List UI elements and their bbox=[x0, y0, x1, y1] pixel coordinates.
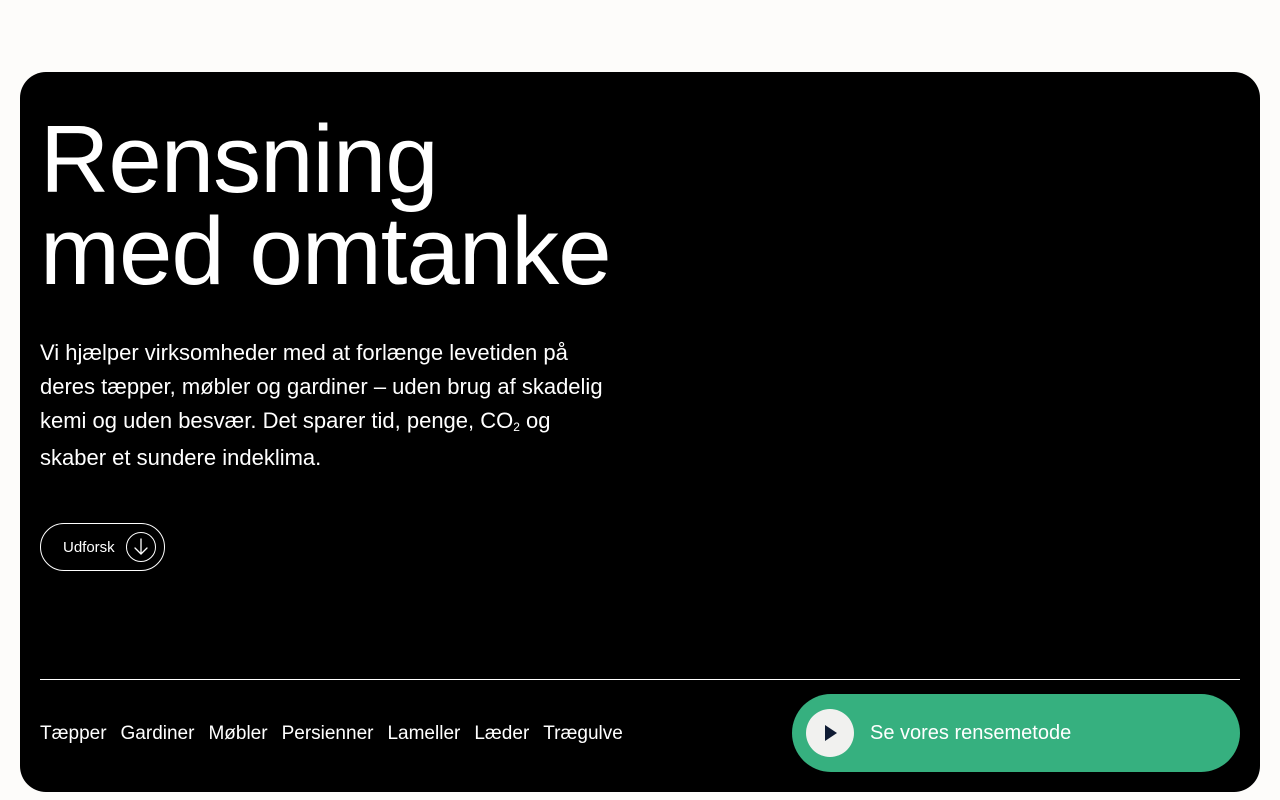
hero-headline: Rensning med omtanke bbox=[40, 106, 612, 305]
arrow-down-icon bbox=[126, 532, 156, 562]
explore-button[interactable]: Udforsk bbox=[40, 523, 165, 571]
cleaning-method-label: Se vores rensemetode bbox=[870, 721, 1072, 744]
category-link-persienner[interactable]: Persienner bbox=[282, 719, 374, 749]
category-link-moebler[interactable]: Møbler bbox=[208, 719, 267, 749]
headline-line-2: med omtanke bbox=[40, 198, 612, 305]
category-nav: Tæpper Gardiner Møbler Persienner Lamell… bbox=[40, 719, 623, 749]
explore-button-label: Udforsk bbox=[63, 538, 115, 556]
category-link-traegulve[interactable]: Trægulve bbox=[543, 719, 623, 749]
category-link-taepper[interactable]: Tæpper bbox=[40, 719, 107, 749]
hero-section: Rensning med omtanke Vi hjælper virksomh… bbox=[20, 72, 1260, 792]
play-icon bbox=[806, 709, 854, 757]
cleaning-method-video-button[interactable]: Se vores rensemetode bbox=[792, 694, 1240, 772]
category-link-gardiner[interactable]: Gardiner bbox=[121, 719, 195, 749]
section-divider bbox=[40, 679, 1240, 680]
headline-line-1: Rensning bbox=[40, 106, 439, 213]
lead-text-subscript: 2 bbox=[513, 420, 520, 434]
category-link-laeder[interactable]: Læder bbox=[474, 719, 529, 749]
hero-lead-text: Vi hjælper virksomheder med at forlænge … bbox=[40, 336, 620, 475]
category-link-lameller[interactable]: Lameller bbox=[387, 719, 460, 749]
